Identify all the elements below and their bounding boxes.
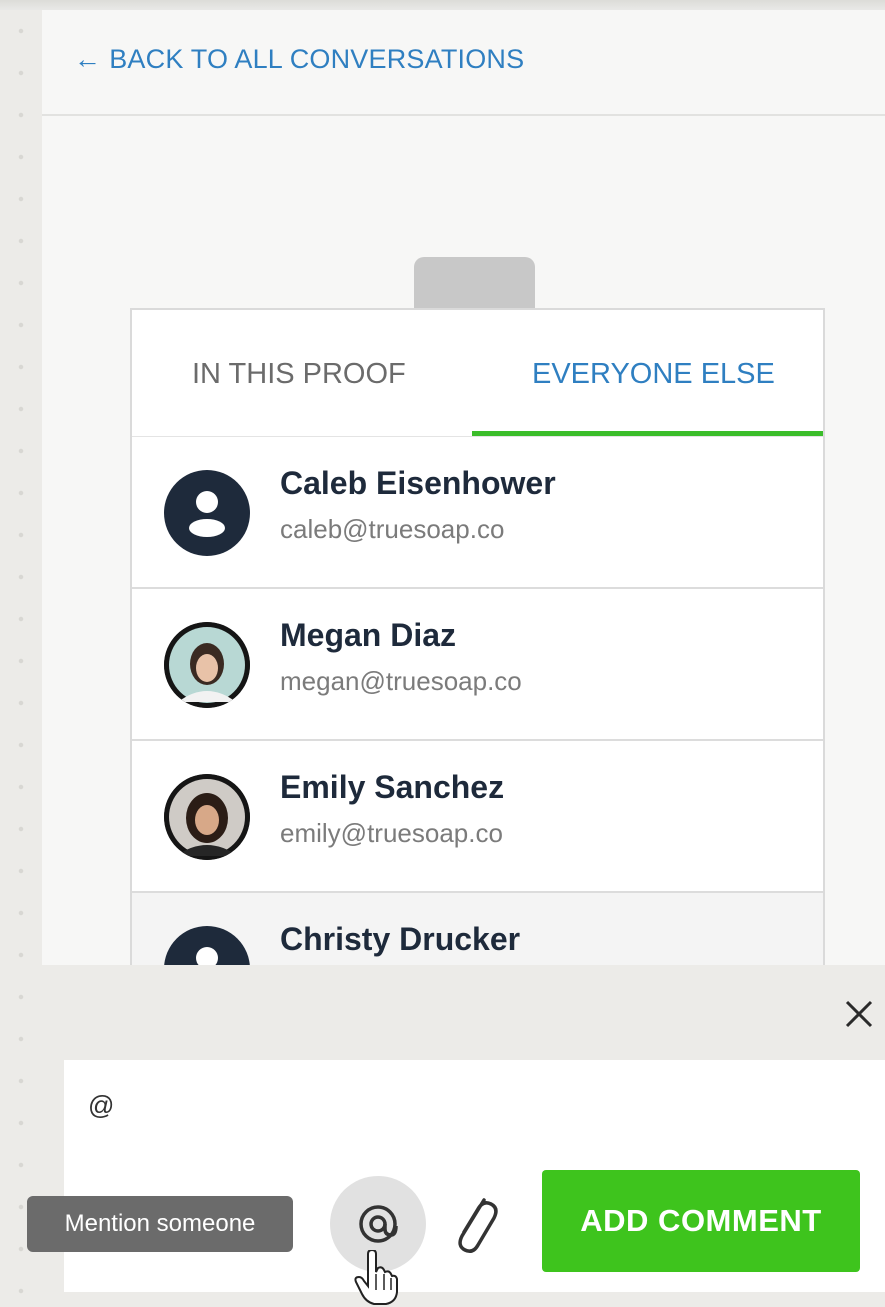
page-edge xyxy=(0,0,42,1307)
default-user-icon xyxy=(164,926,250,966)
person-name: Megan Diaz xyxy=(280,617,457,653)
avatar-photo xyxy=(164,622,250,708)
popup-drag-tab[interactable] xyxy=(414,257,535,311)
add-comment-button[interactable]: ADD COMMENT xyxy=(542,1170,860,1272)
back-arrow-icon: ← xyxy=(74,44,102,74)
panel-header: ← BACK TO ALL CONVERSATIONS xyxy=(42,10,885,116)
active-tab-indicator xyxy=(472,431,823,436)
paperclip-icon xyxy=(458,1198,498,1253)
default-user-icon xyxy=(164,470,250,556)
comment-text: @ xyxy=(88,1090,115,1120)
avatar-photo xyxy=(164,774,250,860)
person-row-christy[interactable]: Christy Drucker xyxy=(132,893,823,966)
hand-cursor-icon xyxy=(354,1250,398,1305)
person-row-emily[interactable]: Emily Sanchez emily@truesoap.co xyxy=(132,741,823,893)
person-row-megan[interactable]: Megan Diaz megan@truesoap.co xyxy=(132,589,823,741)
top-shadow xyxy=(0,0,885,10)
comment-composer: @ ADD COMMENT xyxy=(42,965,885,1307)
back-link-label: BACK TO ALL CONVERSATIONS xyxy=(109,44,525,74)
person-name: Christy Drucker xyxy=(280,921,521,957)
back-to-conversations-link[interactable]: ← BACK TO ALL CONVERSATIONS xyxy=(74,44,524,75)
close-icon[interactable] xyxy=(842,997,876,1031)
person-email: megan@truesoap.co xyxy=(280,666,522,696)
mention-popup: IN THIS PROOF EVERYONE ELSE Caleb Eisenh… xyxy=(130,308,825,968)
person-email: caleb@truesoap.co xyxy=(280,514,505,544)
person-name: Caleb Eisenhower xyxy=(280,465,556,501)
comment-input[interactable]: @ ADD COMMENT xyxy=(64,1060,885,1292)
tab-in-this-proof[interactable]: IN THIS PROOF xyxy=(192,358,406,391)
mention-tabs: IN THIS PROOF EVERYONE ELSE xyxy=(132,310,823,437)
mention-tooltip: Mention someone xyxy=(27,1196,293,1252)
person-row-caleb[interactable]: Caleb Eisenhower caleb@truesoap.co xyxy=(132,437,823,589)
person-name: Emily Sanchez xyxy=(280,769,505,805)
attach-button[interactable] xyxy=(448,1188,500,1260)
tab-everyone-else[interactable]: EVERYONE ELSE xyxy=(532,358,775,391)
person-email: emily@truesoap.co xyxy=(280,818,503,848)
